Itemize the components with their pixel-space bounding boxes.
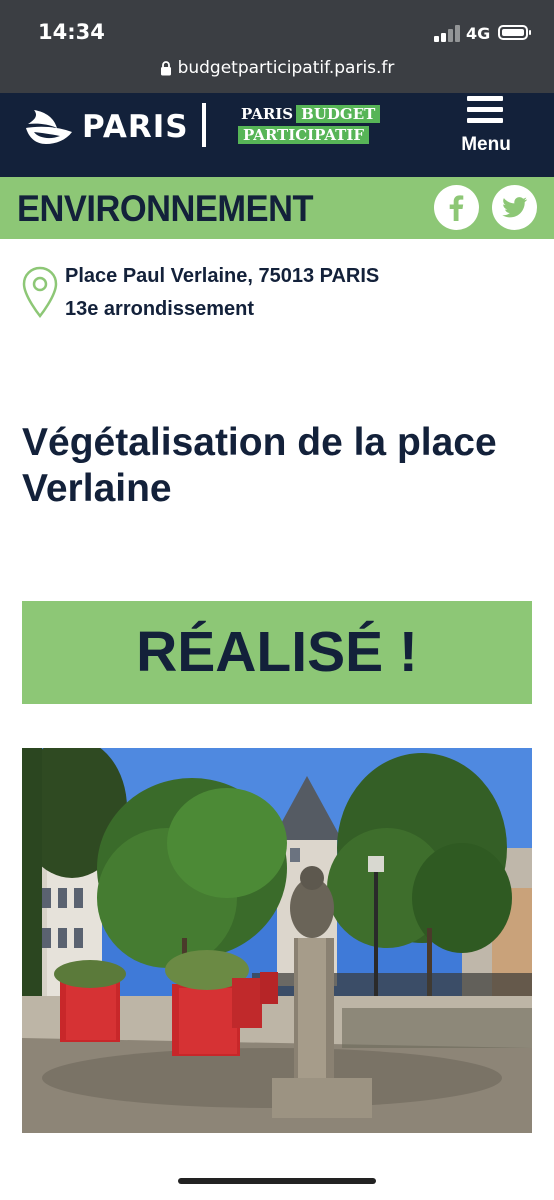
site-header: PARIS PARIS BUDGET PARTICIPATIF Menu <box>0 93 554 177</box>
project-photo[interactable] <box>22 748 532 1133</box>
menu-label: Menu <box>461 134 511 155</box>
lock-icon <box>160 60 171 75</box>
header-divider <box>202 103 206 147</box>
paris-wordmark[interactable]: PARIS <box>82 109 189 145</box>
project-photo-image <box>22 748 532 1133</box>
budget-participatif-logo[interactable]: PARIS BUDGET PARTICIPATIF <box>238 104 381 146</box>
menu-button[interactable]: Menu <box>452 93 520 177</box>
facebook-share-button[interactable] <box>434 185 479 230</box>
status-bar: 14:34 4G budgetparticipatif.paris.fr <box>0 0 554 93</box>
paris-ship-logo-icon[interactable] <box>24 106 74 150</box>
clock: 14:34 <box>38 20 105 44</box>
bp-logo-paris: PARIS <box>241 105 294 123</box>
project-district: 13e arrondissement <box>65 298 254 320</box>
project-address: Place Paul Verlaine, 75013 PARIS <box>65 265 380 287</box>
page-title: Végétalisation de la place Verlaine <box>22 421 497 510</box>
map-pin-icon <box>22 266 58 319</box>
battery-icon <box>498 25 531 40</box>
url-bar[interactable]: budgetparticipatif.paris.fr <box>0 58 554 78</box>
network-type: 4G <box>466 24 491 43</box>
facebook-icon <box>449 195 464 221</box>
bp-logo-participatif: PARTICIPATIF <box>238 126 369 144</box>
url-text: budgetparticipatif.paris.fr <box>177 58 395 78</box>
category-title: ENVIRONNEMENT <box>17 188 314 229</box>
home-indicator[interactable] <box>178 1178 376 1184</box>
category-bar: ENVIRONNEMENT <box>0 177 554 239</box>
signal-icon <box>434 24 462 42</box>
status-badge: RÉALISÉ ! <box>22 601 532 704</box>
twitter-icon <box>502 197 528 218</box>
twitter-share-button[interactable] <box>492 185 537 230</box>
bp-logo-budget: BUDGET <box>296 105 381 123</box>
